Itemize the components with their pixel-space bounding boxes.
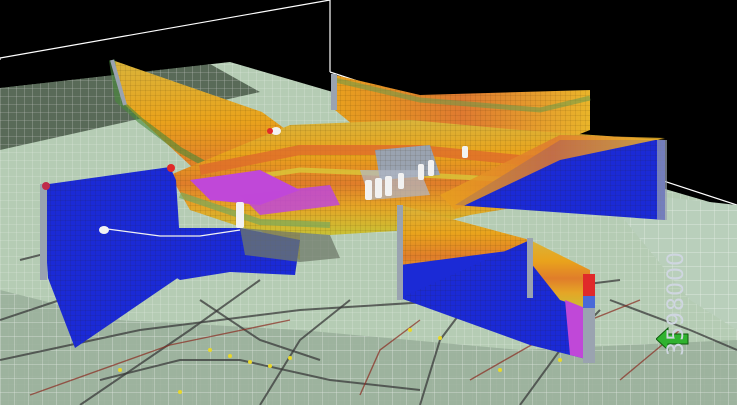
- coordinate-label: 3598000: [664, 251, 689, 356]
- scene-canvas: [0, 0, 737, 405]
- 3d-geological-viewport[interactable]: 3598000: [0, 0, 737, 405]
